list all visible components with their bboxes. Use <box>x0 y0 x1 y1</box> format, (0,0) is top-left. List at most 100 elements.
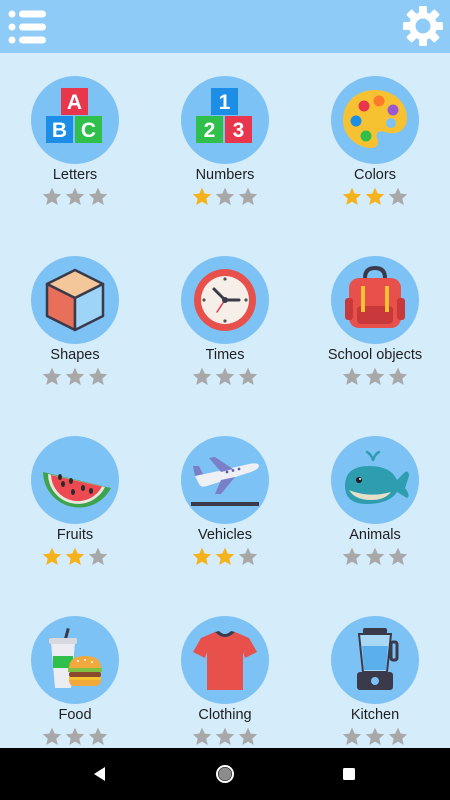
back-triangle-icon <box>94 767 105 781</box>
star-rating <box>41 186 109 208</box>
category-label: Animals <box>349 527 401 543</box>
cube-icon <box>31 256 119 344</box>
burger-drink-icon <box>31 616 119 704</box>
star-filled-icon <box>214 546 236 568</box>
star-empty-icon <box>237 186 259 208</box>
star-rating <box>341 726 409 748</box>
star-empty-icon <box>364 366 386 388</box>
svg-text:B: B <box>52 119 67 142</box>
svg-text:1: 1 <box>219 91 231 114</box>
star-empty-icon <box>87 366 109 388</box>
svg-text:A: A <box>67 91 82 114</box>
category-animals[interactable]: Animals <box>300 413 450 593</box>
star-empty-icon <box>387 186 409 208</box>
tshirt-icon <box>181 616 269 704</box>
category-label: Times <box>205 347 245 363</box>
star-filled-icon <box>191 546 213 568</box>
star-empty-icon <box>364 546 386 568</box>
star-empty-icon <box>41 186 63 208</box>
star-empty-icon <box>87 186 109 208</box>
star-empty-icon <box>387 366 409 388</box>
category-times[interactable]: Times <box>150 233 300 413</box>
star-empty-icon <box>364 726 386 748</box>
star-empty-icon <box>387 546 409 568</box>
category-label: Letters <box>52 167 98 183</box>
star-rating <box>41 726 109 748</box>
star-empty-icon <box>214 726 236 748</box>
star-empty-icon <box>87 726 109 748</box>
category-letters[interactable]: A B C Letters <box>0 53 150 233</box>
category-shapes[interactable]: Shapes <box>0 233 150 413</box>
category-numbers[interactable]: 1 2 3 Numbers <box>150 53 300 233</box>
whale-icon <box>331 436 419 524</box>
category-label: Vehicles <box>197 527 252 543</box>
star-empty-icon <box>41 726 63 748</box>
svg-text:C: C <box>81 119 96 142</box>
star-empty-icon <box>64 726 86 748</box>
star-filled-icon <box>364 186 386 208</box>
star-filled-icon <box>191 186 213 208</box>
star-empty-icon <box>64 366 86 388</box>
star-rating <box>41 546 109 568</box>
star-empty-icon <box>64 186 86 208</box>
star-empty-icon <box>191 366 213 388</box>
category-label: Clothing <box>198 707 252 723</box>
star-rating <box>191 186 259 208</box>
home-button[interactable] <box>211 760 239 788</box>
star-empty-icon <box>237 546 259 568</box>
star-rating <box>341 186 409 208</box>
star-empty-icon <box>341 546 363 568</box>
category-grid: A B C Letters 1 2 3 Numbers Colors Shape… <box>0 53 450 748</box>
category-label: Shapes <box>50 347 100 363</box>
category-clothing[interactable]: Clothing <box>150 593 300 748</box>
blender-icon <box>331 616 419 704</box>
home-circle-icon <box>216 765 234 783</box>
category-kitchen[interactable]: Kitchen <box>300 593 450 748</box>
gear-icon <box>403 6 443 46</box>
star-empty-icon <box>387 726 409 748</box>
menu-button[interactable] <box>8 9 48 45</box>
star-empty-icon <box>341 366 363 388</box>
category-label: Fruits <box>56 527 94 543</box>
recents-button[interactable] <box>335 760 363 788</box>
star-rating <box>191 366 259 388</box>
category-school-objects[interactable]: School objects <box>300 233 450 413</box>
category-food[interactable]: Food <box>0 593 150 748</box>
svg-text:2: 2 <box>204 119 216 142</box>
star-empty-icon <box>191 726 213 748</box>
star-rating <box>191 546 259 568</box>
star-empty-icon <box>237 726 259 748</box>
category-vehicles[interactable]: Vehicles <box>150 413 300 593</box>
category-label: Colors <box>354 167 396 183</box>
star-empty-icon <box>214 186 236 208</box>
abc-blocks-icon: A B C <box>31 76 119 164</box>
list-menu-icon <box>8 10 46 44</box>
star-filled-icon <box>41 546 63 568</box>
category-label: Numbers <box>195 167 255 183</box>
svg-text:3: 3 <box>233 119 245 142</box>
backpack-icon <box>331 256 419 344</box>
star-rating <box>341 546 409 568</box>
category-label: School objects <box>327 347 423 363</box>
category-colors[interactable]: Colors <box>300 53 450 233</box>
clock-icon <box>181 256 269 344</box>
category-label: Kitchen <box>350 707 400 723</box>
system-nav-bar <box>0 748 450 800</box>
back-button[interactable] <box>86 760 114 788</box>
star-empty-icon <box>87 546 109 568</box>
star-empty-icon <box>214 366 236 388</box>
star-empty-icon <box>341 726 363 748</box>
top-bar <box>0 0 450 53</box>
category-label: Food <box>58 707 92 723</box>
star-empty-icon <box>237 366 259 388</box>
paint-palette-icon <box>331 76 419 164</box>
category-fruits[interactable]: Fruits <box>0 413 150 593</box>
star-filled-icon <box>64 546 86 568</box>
star-rating <box>341 366 409 388</box>
airplane-icon <box>181 436 269 524</box>
star-rating <box>41 366 109 388</box>
settings-button[interactable] <box>402 5 444 47</box>
watermelon-icon <box>31 436 119 524</box>
star-empty-icon <box>41 366 63 388</box>
recents-square-icon <box>343 768 355 780</box>
